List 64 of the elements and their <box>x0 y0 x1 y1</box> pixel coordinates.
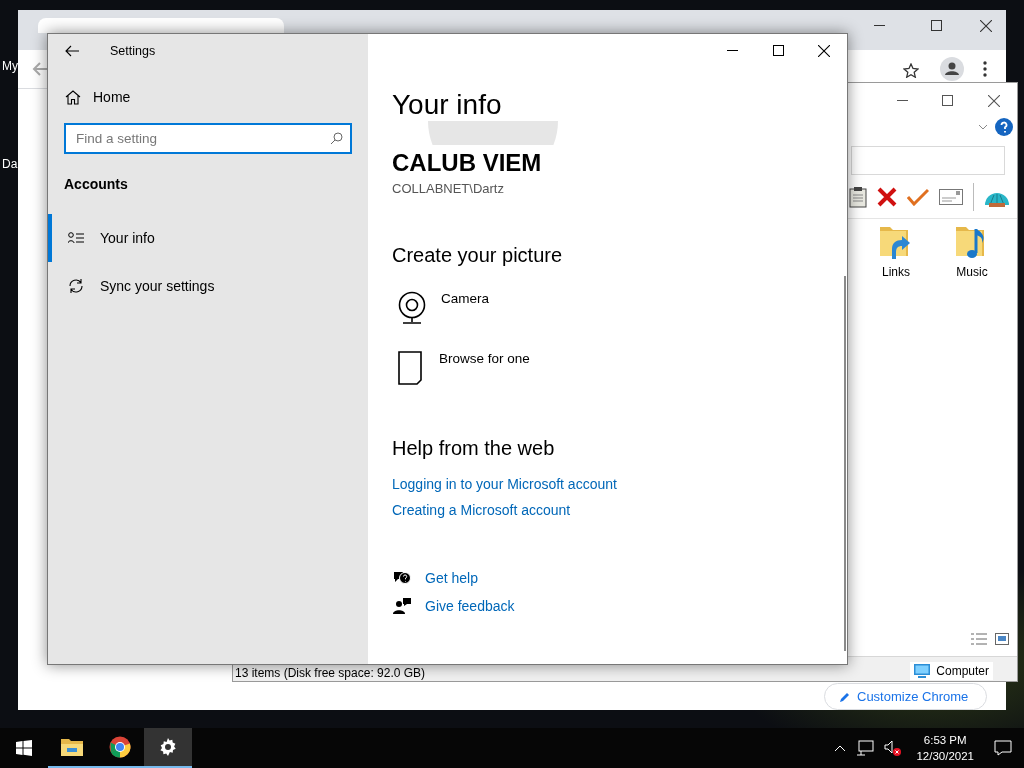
maximize-icon[interactable] <box>931 20 942 31</box>
help-link[interactable]: Logging in to your Microsoft account <box>392 476 847 492</box>
action-link[interactable]: Get help <box>425 570 478 586</box>
scrollbar[interactable] <box>844 276 846 651</box>
volume-muted-icon[interactable] <box>884 740 903 756</box>
windows-start-icon[interactable] <box>16 740 32 756</box>
address-field[interactable] <box>851 146 1005 175</box>
clipboard-icon[interactable] <box>849 186 867 208</box>
clock-time[interactable]: 6:53 PM <box>923 732 967 748</box>
chat-help-icon <box>393 570 411 586</box>
action-link[interactable]: Give feedback <box>425 598 515 614</box>
window-title: Settings <box>110 43 156 58</box>
close-icon[interactable] <box>818 44 830 57</box>
feedback-icon <box>393 598 411 614</box>
card-icon[interactable] <box>939 189 963 205</box>
chrome-icon <box>109 736 131 758</box>
pencil-icon <box>839 690 851 703</box>
section-heading: Help from the web <box>392 437 556 460</box>
close-icon[interactable] <box>988 95 1000 107</box>
chevron-down-icon[interactable] <box>978 124 988 130</box>
help-icon[interactable] <box>995 118 1013 136</box>
picture-option[interactable]: Browse for one <box>439 351 530 366</box>
desktop-icon-label[interactable]: Da <box>2 157 18 171</box>
clock-date[interactable]: 12/30/2021 <box>916 748 974 764</box>
profile-icon[interactable] <box>940 57 964 81</box>
menu-icon[interactable] <box>983 61 987 77</box>
sync-icon <box>68 278 84 294</box>
user-name: CALUB VIEM <box>392 149 543 177</box>
gear-icon <box>158 737 178 757</box>
folder-label[interactable]: Links <box>882 265 910 279</box>
home-icon[interactable] <box>65 89 81 105</box>
search-icon[interactable] <box>330 132 343 145</box>
customize-chrome-button[interactable]: Customize Chrome <box>824 683 988 710</box>
chevron-up-icon[interactable] <box>834 744 847 752</box>
back-arrow-icon[interactable] <box>65 44 79 57</box>
search-field[interactable]: Find a setting <box>64 123 352 154</box>
avatar-icon <box>428 121 558 145</box>
file-icon[interactable] <box>397 351 425 385</box>
notification-icon[interactable] <box>994 740 1012 756</box>
webcam-icon[interactable] <box>397 291 427 325</box>
checkmark-icon[interactable] <box>907 188 929 206</box>
maximize-icon[interactable] <box>942 95 953 106</box>
nav-item[interactable]: Sync your settings <box>48 262 368 310</box>
account-name: COLLABNET\Dartz <box>392 181 505 196</box>
delete-x-icon[interactable] <box>877 187 897 207</box>
network-icon[interactable] <box>856 740 875 756</box>
section-heading: Create your picture <box>392 244 564 267</box>
picture-option[interactable]: Camera <box>441 291 489 306</box>
home-link[interactable]: Home <box>93 89 131 105</box>
help-link[interactable]: Creating a Microsoft account <box>392 502 847 518</box>
maximize-icon[interactable] <box>772 45 784 56</box>
contact-card-icon <box>68 232 84 244</box>
folder-icon <box>60 737 84 757</box>
close-icon[interactable] <box>980 20 992 32</box>
thumbnail-view-icon[interactable] <box>995 633 1009 645</box>
page-title: Your info <box>392 89 503 121</box>
computer-icon <box>914 664 931 678</box>
desktop-icon-label[interactable]: My <box>2 59 18 73</box>
star-icon[interactable] <box>903 63 919 78</box>
location-label: Computer <box>936 664 989 678</box>
status-text: 13 items (Disk free space: 92.0 GB) <box>234 666 427 680</box>
taskbar-app[interactable] <box>144 728 192 768</box>
folder-label[interactable]: Music <box>956 265 988 279</box>
section-heading: Accounts <box>64 176 129 192</box>
